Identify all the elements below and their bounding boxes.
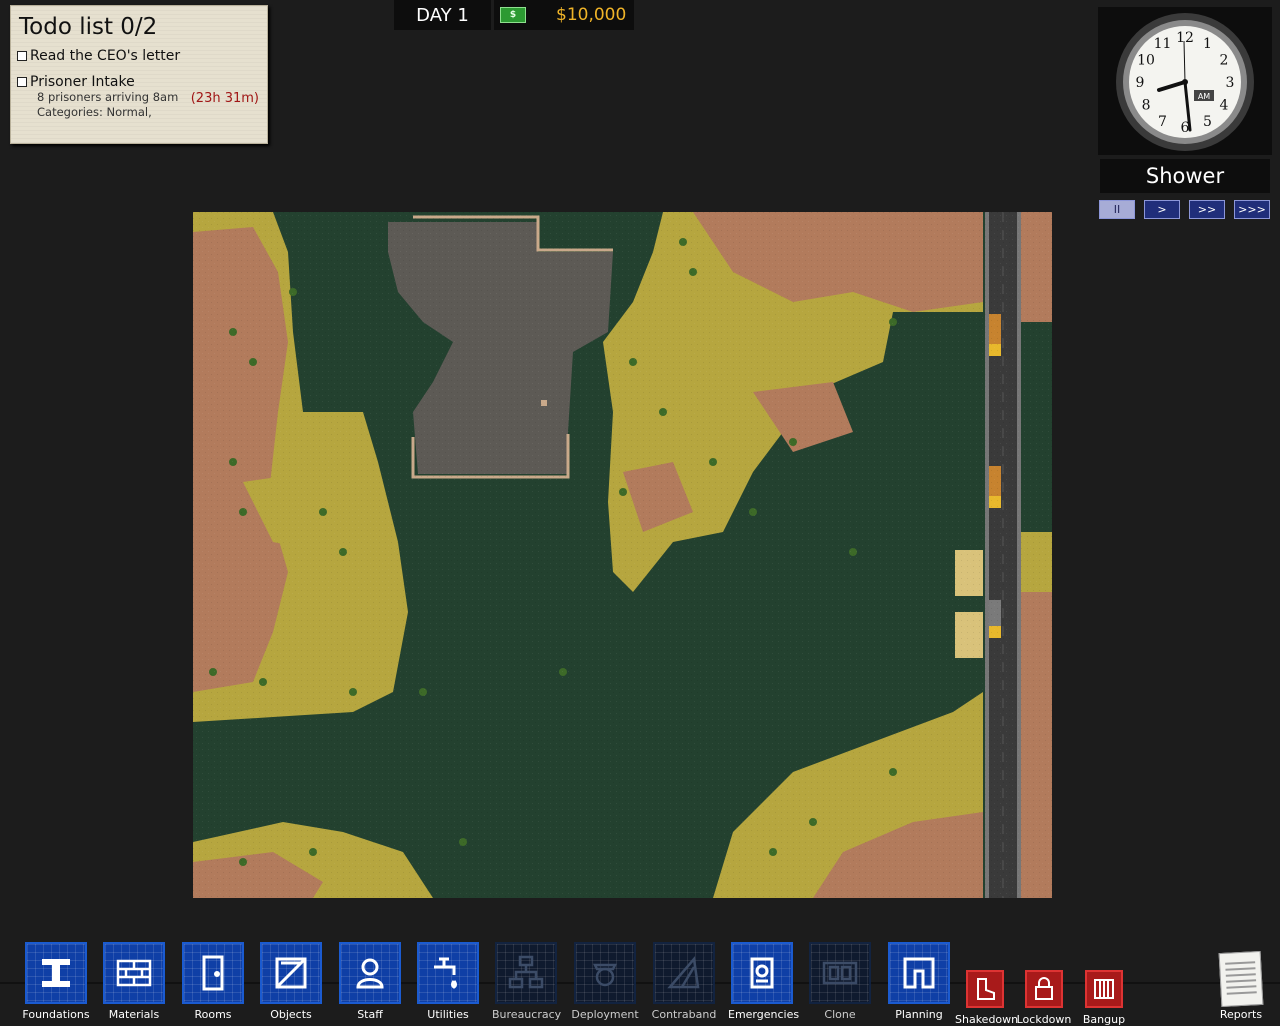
reports-icon: [1218, 950, 1264, 1008]
pause-button[interactable]: II: [1099, 200, 1135, 219]
game-map[interactable]: [193, 212, 1052, 898]
todo-subtext: Categories: Normal,: [37, 105, 152, 119]
staff-button[interactable]: Staff: [336, 942, 404, 1021]
reports-button[interactable]: Reports: [1212, 950, 1270, 1021]
game-speed-controls: II > >> >>>: [1099, 200, 1270, 219]
regime-activity[interactable]: Shower: [1100, 159, 1270, 193]
rooms-button[interactable]: Rooms: [179, 942, 247, 1021]
todo-title: Todo list 0/2: [19, 14, 158, 40]
objects-button[interactable]: Objects: [257, 942, 325, 1021]
bureaucracy-button[interactable]: Bureaucracy: [492, 942, 561, 1021]
cash-icon: $: [500, 7, 526, 23]
speed-fastest-button[interactable]: >>>: [1234, 200, 1270, 219]
todo-item-label: Prisoner Intake: [30, 74, 135, 90]
tap-icon: [417, 942, 479, 1004]
speed-normal-button[interactable]: >: [1144, 200, 1180, 219]
clock-numeral: 1: [1203, 36, 1212, 52]
clock-numeral: 3: [1226, 75, 1235, 91]
money-value: $10,000: [556, 5, 627, 25]
deployment-button[interactable]: Deployment: [571, 942, 639, 1021]
clock-numeral: 8: [1142, 98, 1151, 114]
clock-face-icon: 12 1234567891011 AM: [1116, 13, 1254, 151]
lockdown-button[interactable]: Lockdown: [1014, 970, 1074, 1026]
foundations-icon: [25, 942, 87, 1004]
shakedown-button[interactable]: Shakedown: [955, 970, 1018, 1026]
staff-icon: [339, 942, 401, 1004]
planning-button[interactable]: Planning: [885, 942, 953, 1021]
checkbox-icon[interactable]: [17, 51, 27, 61]
clock-numeral: 7: [1158, 114, 1167, 130]
planning-icon: [888, 942, 950, 1004]
utilities-button[interactable]: Utilities: [414, 942, 482, 1021]
todo-item-label: Read the CEO's letter: [30, 48, 181, 64]
terrain-map[interactable]: [193, 212, 1052, 898]
build-toolbar: Foundations Materials Rooms Objects Staf…: [0, 938, 1280, 1026]
day-counter: DAY 1: [394, 0, 491, 30]
guard-icon: [574, 942, 636, 1004]
speed-fast-button[interactable]: >>: [1189, 200, 1225, 219]
padlock-icon: [1025, 970, 1063, 1008]
clock-panel: 12 1 2 3 4 5 6 7 8 9 10 11 AM: [1098, 7, 1272, 155]
money-display[interactable]: $ $10,000: [494, 0, 634, 30]
foundations-button[interactable]: Foundations: [22, 942, 90, 1021]
org-chart-icon: [495, 942, 557, 1004]
intake-timer: (23h 31m): [190, 91, 259, 106]
clock-numeral: 10: [1137, 53, 1155, 69]
clock-numeral: 4: [1220, 98, 1229, 114]
clock-numeral: 11: [1154, 36, 1172, 52]
top-status-bar: DAY 1 $ $10,000: [394, 0, 634, 30]
clock-numeral: 12: [1176, 30, 1194, 46]
bangup-button[interactable]: Bangup: [1074, 970, 1134, 1026]
boot-icon: [966, 970, 1004, 1008]
clone-icon: [809, 942, 871, 1004]
alarm-icon: [731, 942, 793, 1004]
cell-icon: [1085, 970, 1123, 1008]
clock-numeral: 5: [1203, 114, 1212, 130]
checkbox-icon[interactable]: [17, 77, 27, 87]
contraband-icon: [653, 942, 715, 1004]
todo-list-panel[interactable]: Todo list 0/2 Read the CEO's letter Pris…: [10, 5, 268, 144]
clock-numeral: 9: [1136, 75, 1145, 91]
emergencies-button[interactable]: Emergencies: [728, 942, 799, 1021]
contraband-button[interactable]: Contraband: [650, 942, 718, 1021]
todo-item-prisoner-intake[interactable]: Prisoner Intake: [17, 74, 261, 90]
materials-button[interactable]: Materials: [100, 942, 168, 1021]
todo-item-ceo-letter[interactable]: Read the CEO's letter: [17, 48, 261, 64]
clone-button[interactable]: Clone: [806, 942, 874, 1021]
am-pm-indicator: AM: [1198, 92, 1210, 101]
clock-numeral: 2: [1220, 53, 1229, 69]
door-icon: [182, 942, 244, 1004]
bricks-icon: [103, 942, 165, 1004]
crate-icon: [260, 942, 322, 1004]
